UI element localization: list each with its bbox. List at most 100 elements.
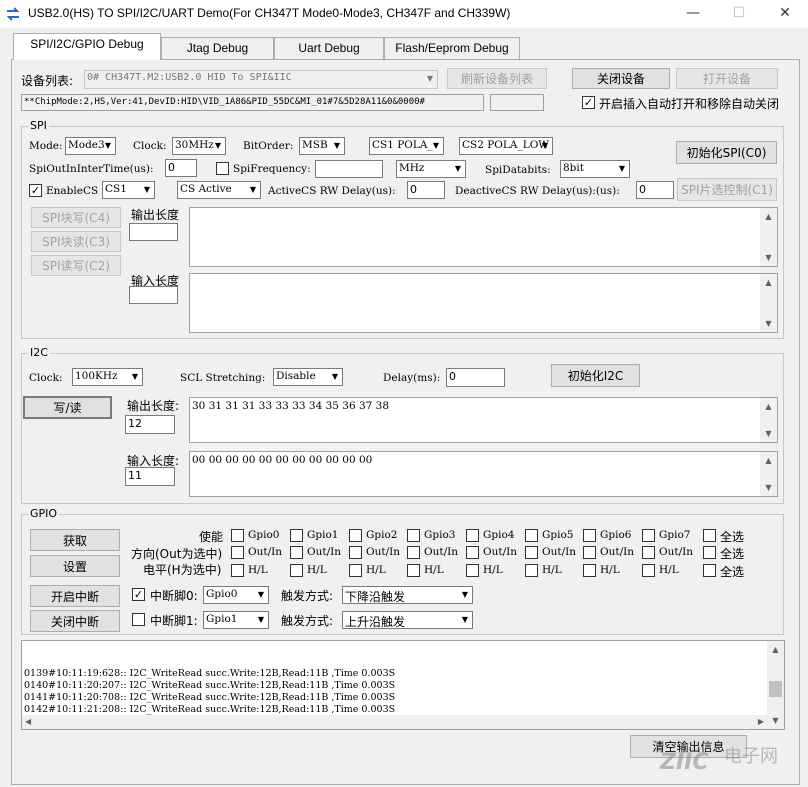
i2c-output-data[interactable]: 30 31 31 31 33 33 33 34 35 36 37 38 ▲ ▼ [189, 397, 778, 443]
gpio-enable-checkbox[interactable] [583, 529, 596, 542]
spi-in-len-input[interactable] [129, 286, 178, 304]
log-output[interactable]: 0139#10:11:19:628:: I2C_WriteRead succ.W… [21, 640, 785, 730]
gpio-get-button[interactable]: 获取 [30, 529, 120, 551]
spi-clock-select[interactable]: 30MHz ▼ [172, 137, 226, 155]
gpio-direction-checkbox[interactable] [231, 546, 244, 559]
interrupt0-checkbox[interactable]: ✓ [132, 588, 145, 601]
device-select[interactable]: 0# CH347T.M2:USB2.0 HID To SPI&IIC ▼ [84, 70, 438, 89]
gpio-direction-checkbox[interactable] [407, 546, 420, 559]
spi-cs-select[interactable]: CS1 ▼ [102, 181, 155, 199]
deactive-cs-delay-input[interactable]: 0 [636, 181, 674, 199]
select-all-checkbox[interactable] [703, 564, 716, 577]
gpio-level-checkbox[interactable] [349, 564, 362, 577]
scrollbar[interactable]: ▲ ▼ [767, 641, 784, 729]
spi-frequency-checkbox[interactable] [216, 162, 229, 175]
select-all-checkbox[interactable] [703, 546, 716, 559]
trigger0-select[interactable]: 下降沿触发 ▼ [342, 586, 473, 604]
gpio-level-checkbox[interactable] [642, 564, 655, 577]
spi-cs-active-select[interactable]: CS Active ▼ [177, 181, 261, 199]
spi-cs1-pola-select[interactable]: CS1 POLA_ ▼ [369, 137, 444, 155]
auto-open-checkbox[interactable]: ✓ [582, 96, 595, 109]
gpio-level-checkbox[interactable] [583, 564, 596, 577]
init-spi-button[interactable]: 初始化SPI(C0) [676, 141, 777, 164]
i2c-input-data[interactable]: 00 00 00 00 00 00 00 00 00 00 00 ▲ ▼ [189, 451, 778, 497]
i2c-out-len-input[interactable]: 12 [125, 415, 175, 434]
scroll-down-icon[interactable]: ▼ [767, 712, 784, 729]
gpio-enable-checkbox[interactable] [290, 529, 303, 542]
spi-input-data[interactable]: ▲ ▼ [189, 273, 778, 333]
gpio-enable-checkbox[interactable] [642, 529, 655, 542]
select-all-checkbox[interactable] [703, 529, 716, 542]
trigger1-select[interactable]: 上升沿触发 ▼ [342, 611, 473, 629]
interrupt0-pin-select[interactable]: Gpio0 ▼ [203, 586, 269, 604]
gpio-enable-checkbox[interactable] [525, 529, 538, 542]
spi-cs-control-button[interactable]: SPI片选控制(C1) [677, 178, 777, 201]
enable-cs-checkbox[interactable]: ✓ [29, 184, 42, 197]
scroll-up-icon[interactable]: ▲ [760, 398, 777, 415]
scrollbar[interactable]: ▲ ▼ [760, 452, 777, 496]
gpio-level-checkbox[interactable] [290, 564, 303, 577]
spi-frequency-unit-select[interactable]: MHz ▼ [396, 160, 466, 178]
interrupt-on-button[interactable]: 开启中断 [30, 585, 120, 607]
scroll-up-icon[interactable]: ▲ [760, 452, 777, 469]
scroll-down-icon[interactable]: ▼ [760, 315, 777, 332]
init-i2c-button[interactable]: 初始化I2C [551, 364, 640, 387]
scroll-down-icon[interactable]: ▼ [760, 249, 777, 266]
spi-interval-input[interactable]: 0 [165, 159, 197, 177]
spi-mode-select[interactable]: Mode3 ▼ [65, 137, 116, 155]
scl-stretching-select[interactable]: Disable ▼ [273, 368, 343, 386]
spi-block-write-button[interactable]: SPI块写(C4) [31, 207, 121, 228]
gpio-enable-checkbox[interactable] [231, 529, 244, 542]
active-cs-delay-input[interactable]: 0 [407, 181, 445, 199]
open-device-button[interactable]: 打开设备 [676, 68, 778, 89]
scrollbar[interactable]: ▲ ▼ [760, 208, 777, 266]
scroll-right-icon[interactable]: ▶ [758, 716, 764, 728]
i2c-delay-input[interactable]: 0 [446, 368, 505, 387]
horizontal-scrollbar[interactable]: ◀ ▶ [22, 715, 767, 729]
scroll-up-icon[interactable]: ▲ [760, 208, 777, 225]
i2c-in-len-input[interactable]: 11 [125, 467, 175, 486]
gpio-enable-checkbox[interactable] [407, 529, 420, 542]
tab-flash-eeprom[interactable]: Flash/Eeprom Debug [384, 37, 520, 59]
close-button[interactable]: ✕ [762, 0, 808, 28]
gpio-direction-checkbox[interactable] [349, 546, 362, 559]
scroll-up-icon[interactable]: ▲ [767, 641, 784, 658]
spi-bitorder-select[interactable]: MSB ▼ [299, 137, 345, 155]
i2c-write-read-button[interactable]: 写/读 [23, 396, 112, 419]
i2c-clock-select[interactable]: 100KHz ▼ [72, 368, 143, 386]
scroll-down-icon[interactable]: ▼ [760, 425, 777, 442]
scroll-left-icon[interactable]: ◀ [25, 716, 31, 728]
spi-output-data[interactable]: ▲ ▼ [189, 207, 778, 267]
gpio-enable-checkbox[interactable] [466, 529, 479, 542]
interrupt1-checkbox[interactable] [132, 613, 145, 626]
maximize-button[interactable]: ☐ [716, 0, 762, 28]
close-device-button[interactable]: 关闭设备 [572, 68, 670, 89]
gpio-set-button[interactable]: 设置 [30, 555, 120, 577]
gpio-direction-checkbox[interactable] [642, 546, 655, 559]
scrollbar[interactable]: ▲ ▼ [760, 274, 777, 332]
gpio-level-checkbox[interactable] [466, 564, 479, 577]
scrollbar[interactable]: ▲ ▼ [760, 398, 777, 442]
tab-uart[interactable]: Uart Debug [274, 37, 384, 59]
spi-frequency-input[interactable] [315, 160, 383, 178]
gpio-level-checkbox[interactable] [407, 564, 420, 577]
gpio-level-checkbox[interactable] [231, 564, 244, 577]
spi-read-write-button[interactable]: SPI读写(C2) [31, 255, 121, 276]
gpio-direction-checkbox[interactable] [466, 546, 479, 559]
gpio-level-checkbox[interactable] [525, 564, 538, 577]
scroll-down-icon[interactable]: ▼ [760, 479, 777, 496]
spi-out-len-input[interactable] [129, 223, 178, 241]
interrupt1-pin-select[interactable]: Gpio1 ▼ [203, 611, 269, 629]
gpio-direction-checkbox[interactable] [290, 546, 303, 559]
scroll-thumb[interactable] [769, 681, 782, 697]
tab-spi-i2c-gpio[interactable]: SPI/I2C/GPIO Debug [13, 33, 161, 60]
tab-jtag[interactable]: Jtag Debug [161, 37, 274, 59]
spi-cs2-pola-select[interactable]: CS2 POLA_LOW ▼ [459, 137, 553, 155]
gpio-enable-checkbox[interactable] [349, 529, 362, 542]
interrupt-off-button[interactable]: 关闭中断 [30, 610, 120, 632]
gpio-direction-checkbox[interactable] [583, 546, 596, 559]
gpio-direction-checkbox[interactable] [525, 546, 538, 559]
minimize-button[interactable]: — [670, 0, 716, 28]
spi-block-read-button[interactable]: SPI块读(C3) [31, 231, 121, 252]
spi-databits-select[interactable]: 8bit ▼ [560, 160, 630, 178]
